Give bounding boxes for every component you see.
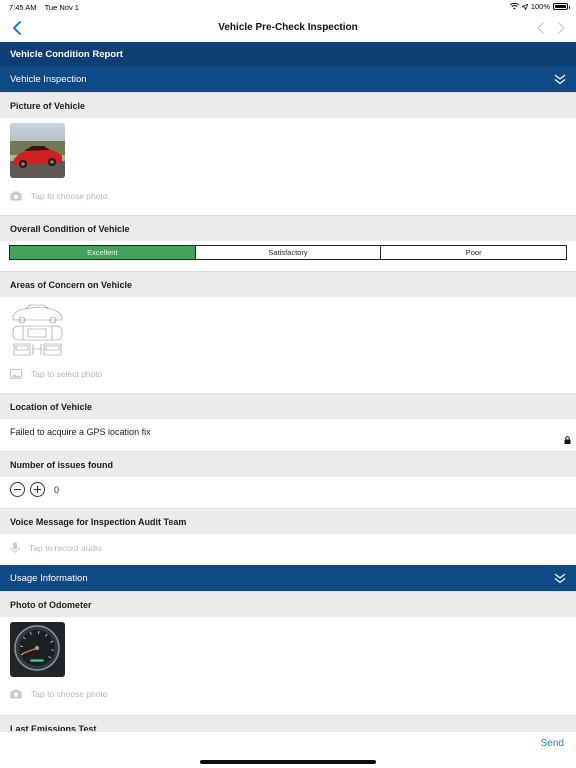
field-label-odometer: Photo of Odometer [0,591,576,617]
condition-segmented-control: Excellent Satisfactory Poor [9,245,567,260]
picture-field: Tap to choose photo [0,118,576,210]
image-icon [10,369,22,379]
hint-text: Tap to select photo [31,369,103,379]
camera-icon [10,689,22,699]
issues-field [0,477,576,503]
previous-chevron-icon[interactable] [536,21,546,35]
page-title: Vehicle Pre-Check Inspection [218,22,358,33]
collapse-chevron-icon[interactable] [554,572,566,584]
send-button[interactable]: Send [541,738,564,749]
section-title: Vehicle Inspection [10,74,87,85]
wifi-icon [509,3,519,10]
nav-bar: Vehicle Pre-Check Inspection [0,14,576,42]
areas-field: Tap to select photo [0,297,576,387]
next-chevron-icon[interactable] [556,21,566,35]
condition-option-satisfactory[interactable]: Satisfactory [194,246,381,259]
record-audio-hint[interactable]: Tap to record audio [10,542,102,554]
odometer-field: Tap to choose photo [0,617,576,711]
section-header-usage-information[interactable]: Usage Information [0,565,576,591]
decrement-button[interactable] [10,482,25,497]
status-time: 7:45 AM [9,3,37,12]
voice-field: Tap to record audio [0,534,576,560]
bottom-toolbar: Send [0,731,576,768]
field-label-picture: Picture of Vehicle [0,92,576,118]
battery-icon [553,3,570,10]
increment-button[interactable] [30,482,45,497]
hint-text: Tap to choose photo [31,689,108,699]
home-indicator [200,760,376,764]
microphone-icon [10,542,20,554]
issues-stepper: 0 [10,482,59,497]
field-label-location: Location of Vehicle [0,393,576,419]
issues-count: 0 [54,484,60,495]
section-title: Usage Information [10,573,88,584]
location-arrow-icon [521,3,528,10]
section-header-vehicle-inspection[interactable]: Vehicle Inspection [0,66,576,92]
hint-text: Tap to choose photo [31,191,108,201]
location-value: Failed to acquire a GPS location fix [10,427,151,437]
collapse-chevron-icon[interactable] [554,73,566,85]
field-label-condition: Overall Condition of Vehicle [0,215,576,241]
select-photo-hint[interactable]: Tap to select photo [10,369,102,379]
camera-icon [10,191,22,201]
choose-photo-hint[interactable]: Tap to choose photo [10,191,108,201]
field-label-areas: Areas of Concern on Vehicle [0,271,576,297]
vehicle-diagram-image[interactable] [10,302,65,357]
field-label-voice: Voice Message for Inspection Audit Team [0,508,576,534]
report-header: Vehicle Condition Report [0,42,576,66]
hint-text: Tap to record audio [29,543,102,553]
choose-photo-hint[interactable]: Tap to choose photo [10,689,108,699]
lock-icon [564,436,571,444]
battery-percent: 100% [530,2,550,11]
vehicle-photo[interactable] [10,123,65,178]
condition-option-poor[interactable]: Poor [380,246,566,259]
field-label-issues: Number of issues found [0,451,576,477]
status-bar: 7:45 AM Tue Nov 1 100% [0,0,576,14]
condition-option-excellent[interactable]: Excellent [10,246,195,259]
status-date: Tue Nov 1 [44,3,79,12]
odometer-photo[interactable] [10,622,65,677]
